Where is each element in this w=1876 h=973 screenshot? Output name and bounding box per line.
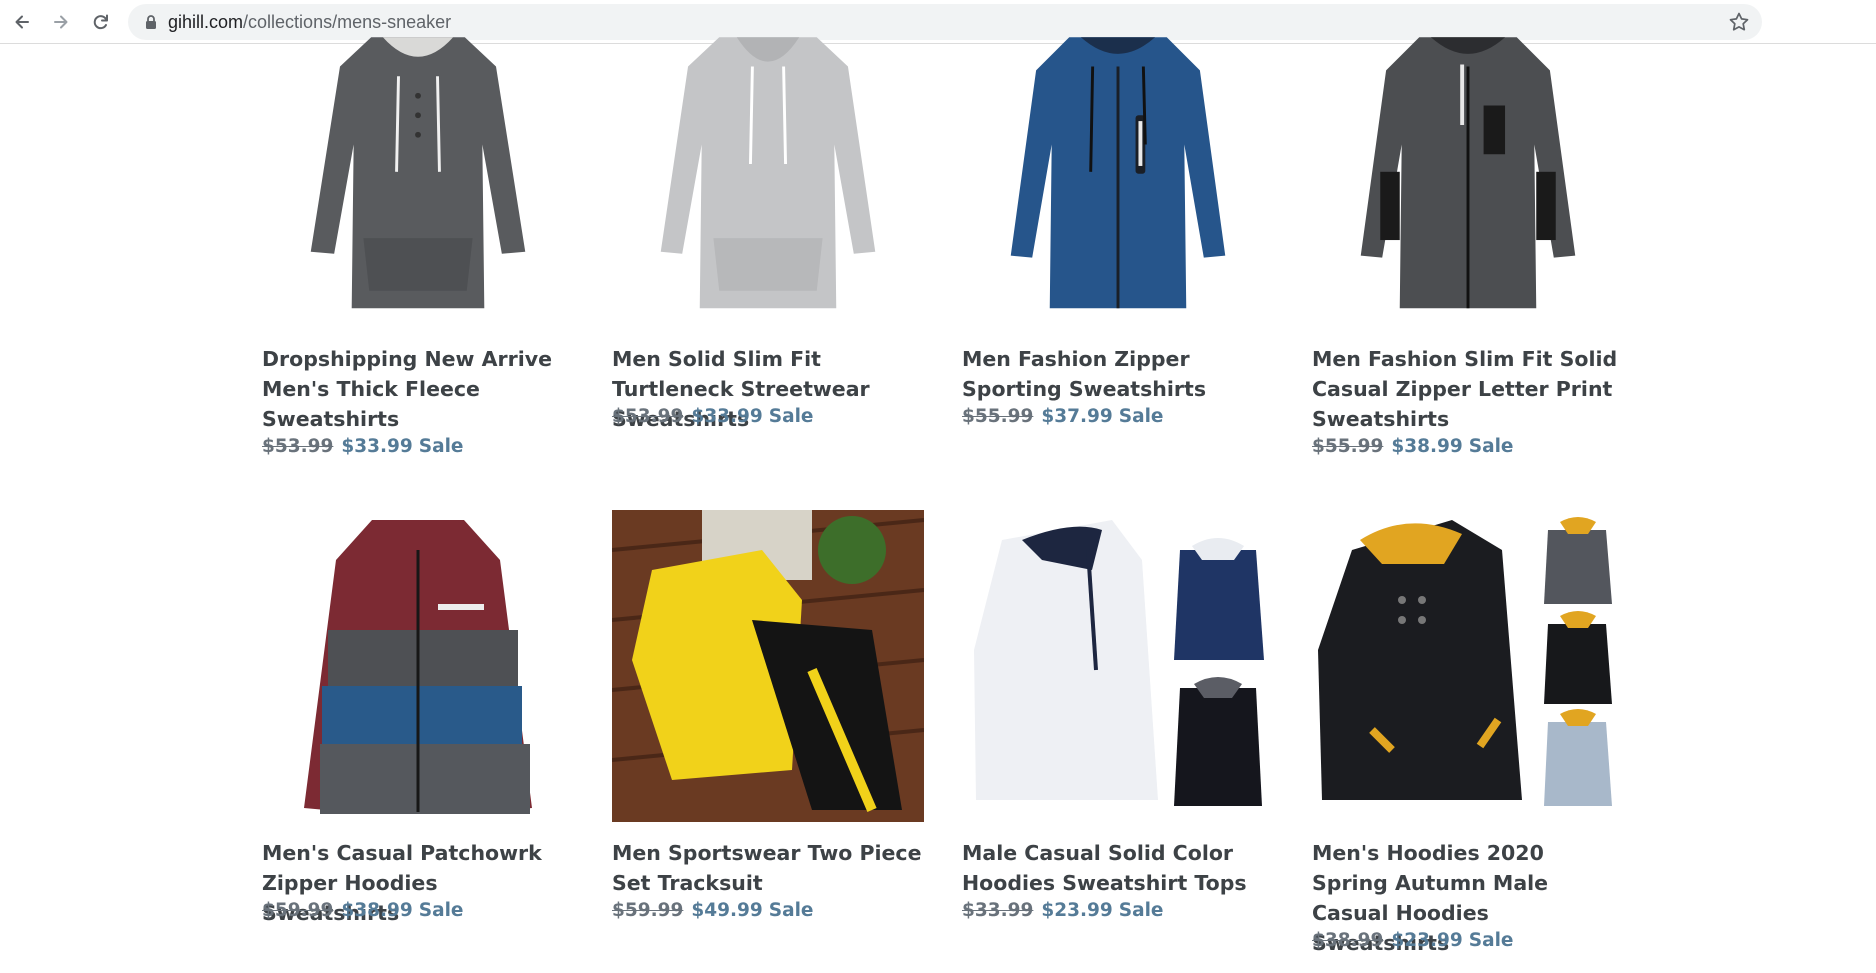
regular-price: $33.99 [962, 900, 1034, 921]
product-image[interactable] [1312, 510, 1624, 822]
product-image[interactable] [612, 510, 924, 822]
price-row: $55.99 $37.99 Sale [962, 404, 1274, 430]
regular-price: $55.99 [1312, 436, 1384, 457]
sale-price: $23.99 [1041, 900, 1113, 921]
yellow-black-tracksuit-image [612, 510, 924, 822]
product-title[interactable]: Men Fashion Slim Fit Solid Casual Zipper… [1312, 344, 1624, 434]
regular-price: $59.99 [262, 900, 334, 921]
product-title[interactable]: Dropshipping New Arrive Men's Thick Flee… [262, 344, 574, 434]
price-row: $59.99 $49.99 Sale [612, 898, 924, 924]
black-yellow-hoodies-image [1318, 517, 1612, 806]
reload-icon [93, 14, 108, 30]
blue-zip-hoodie-image [1010, 37, 1226, 309]
light-gray-pullover-hoodie-image [660, 37, 876, 309]
sale-badge: Sale [418, 900, 464, 921]
sale-price: $49.99 [691, 900, 763, 921]
regular-price: $55.99 [962, 406, 1034, 427]
price-row: $53.99 $33.99 Sale [612, 404, 924, 430]
arrow-right-icon [54, 15, 68, 29]
arrow-left-icon [15, 15, 29, 29]
product-image[interactable] [262, 510, 574, 822]
regular-price: $53.99 [612, 406, 684, 427]
sale-badge: Sale [768, 406, 814, 427]
product-image[interactable] [962, 510, 1274, 822]
dark-gray-pullover-hoodie-image [310, 37, 526, 309]
url-domain: gihill.com [168, 11, 244, 32]
sale-badge: Sale [418, 436, 464, 457]
forward-button[interactable] [47, 8, 75, 36]
patchwork-zip-hoodie-image [304, 520, 532, 814]
price-row: $38.99 $23.99 Sale [1312, 928, 1624, 954]
back-button[interactable] [8, 8, 36, 36]
sale-price: $37.99 [1041, 406, 1113, 427]
reload-button[interactable] [87, 8, 115, 36]
sale-price: $23.99 [1391, 930, 1463, 951]
sale-badge: Sale [1468, 930, 1514, 951]
sale-badge: Sale [1468, 436, 1514, 457]
regular-price: $53.99 [262, 436, 334, 457]
regular-price: $38.99 [1312, 930, 1384, 951]
product-image[interactable] [262, 8, 574, 328]
white-navy-hoodies-image [974, 520, 1264, 806]
product-image[interactable] [1312, 8, 1624, 328]
sale-badge: Sale [1118, 900, 1164, 921]
sale-badge: Sale [1118, 406, 1164, 427]
sale-price: $38.99 [341, 900, 413, 921]
price-row: $53.99 $33.99 Sale [262, 434, 574, 460]
sale-price: $38.99 [1391, 436, 1463, 457]
product-title[interactable]: Male Casual Solid Color Hoodies Sweatshi… [962, 838, 1274, 898]
regular-price: $59.99 [612, 900, 684, 921]
sale-price: $33.99 [691, 406, 763, 427]
price-row: $33.99 $23.99 Sale [962, 898, 1274, 924]
product-title[interactable]: Men Fashion Zipper Sporting Sweatshirts [962, 344, 1274, 404]
product-title[interactable]: Men Sportswear Two Piece Set Tracksuit [612, 838, 924, 898]
charcoal-zip-hoodie-image [1360, 37, 1576, 309]
sale-badge: Sale [768, 900, 814, 921]
price-row: $55.99 $38.99 Sale [1312, 434, 1624, 460]
bookmark-star-icon[interactable] [1728, 11, 1750, 33]
lock-icon [144, 14, 158, 30]
sale-price: $33.99 [341, 436, 413, 457]
product-image[interactable] [612, 8, 924, 328]
product-image[interactable] [962, 8, 1274, 328]
price-row: $59.99 $38.99 Sale [262, 898, 574, 924]
